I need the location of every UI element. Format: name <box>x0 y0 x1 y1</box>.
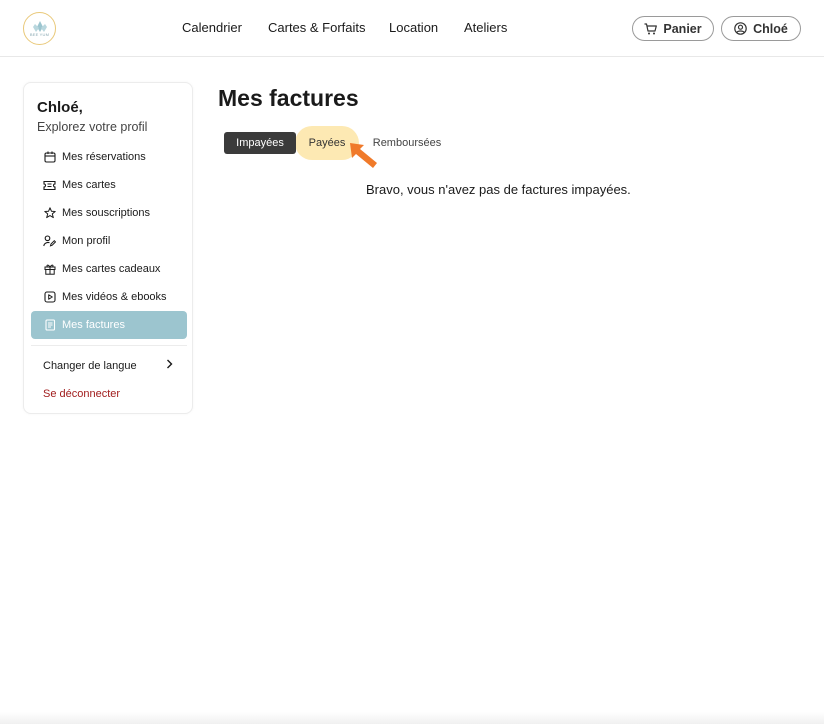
account-label: Chloé <box>753 21 788 36</box>
cart-button[interactable]: Panier <box>632 16 714 41</box>
sidebar-item-label: Mon profil <box>62 235 111 247</box>
sidebar-item-label: Mes souscriptions <box>62 207 151 219</box>
change-language-label: Changer de langue <box>43 359 137 372</box>
account-button[interactable]: Chloé <box>721 16 801 41</box>
change-language-button[interactable]: Changer de langue <box>43 359 173 372</box>
play-icon <box>43 291 56 304</box>
invoice-icon <box>43 319 56 332</box>
sidebar-item-souscriptions[interactable]: Mes souscriptions <box>31 199 187 227</box>
gift-icon <box>43 263 56 276</box>
profile-sidebar: Chloé, Explorez votre profil Mes réserva… <box>23 82 193 414</box>
top-header: BEE YUM Calendrier Cartes & Forfaits Loc… <box>0 0 824 57</box>
sidebar-item-videos-ebooks[interactable]: Mes vidéos & ebooks <box>31 283 187 311</box>
tab-remboursees[interactable]: Remboursées <box>368 132 446 154</box>
star-icon <box>43 207 56 220</box>
nav-ateliers[interactable]: Ateliers <box>464 20 507 35</box>
sidebar-item-cartes[interactable]: Mes cartes <box>31 171 187 199</box>
page-title: Mes factures <box>218 85 359 111</box>
sidebar-greeting: Chloé, <box>37 99 83 116</box>
empty-state-message: Bravo, vous n'avez pas de factures impay… <box>366 182 631 197</box>
sidebar-item-reservations[interactable]: Mes réservations <box>31 143 187 171</box>
calendar-icon <box>43 151 56 164</box>
sidebar-item-label: Mes vidéos & ebooks <box>62 291 167 303</box>
sidebar-divider <box>31 345 187 346</box>
cart-label: Panier <box>663 21 702 36</box>
nav-calendrier[interactable]: Calendrier <box>182 20 242 35</box>
sidebar-item-factures[interactable]: Mes factures <box>31 311 187 339</box>
sidebar-item-label: Mes factures <box>62 319 125 331</box>
bottom-shadow <box>0 712 824 724</box>
sidebar-item-cartes-cadeaux[interactable]: Mes cartes cadeaux <box>31 255 187 283</box>
tab-impayees[interactable]: Impayées <box>224 132 296 154</box>
pointer-arrow-icon <box>350 143 378 174</box>
logout-link[interactable]: Se déconnecter <box>43 388 120 400</box>
chevron-right-icon <box>166 359 173 372</box>
ticket-icon <box>43 179 56 192</box>
user-edit-icon <box>43 235 56 248</box>
sidebar-subtitle: Explorez votre profil <box>37 120 148 134</box>
sidebar-item-label: Mes réservations <box>62 151 146 163</box>
user-circle-icon <box>734 22 747 35</box>
nav-location[interactable]: Location <box>389 20 438 35</box>
nav-cartes-forfaits[interactable]: Cartes & Forfaits <box>268 20 366 35</box>
sidebar-item-label: Mes cartes <box>62 179 116 191</box>
cart-icon <box>644 22 658 34</box>
sidebar-item-label: Mes cartes cadeaux <box>62 263 161 275</box>
sidebar-item-profil[interactable]: Mon profil <box>31 227 187 255</box>
